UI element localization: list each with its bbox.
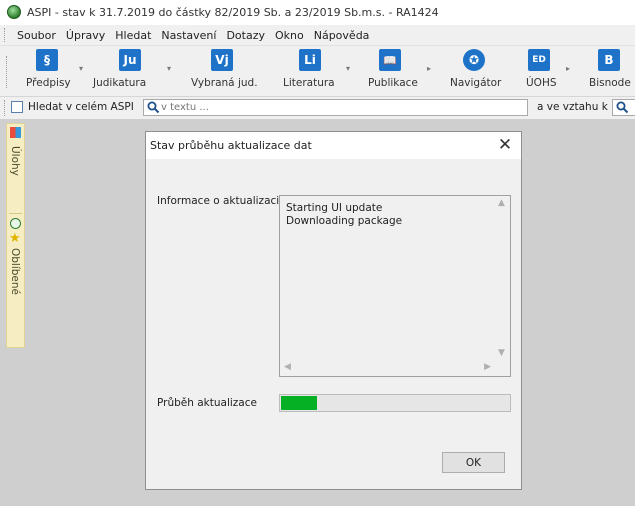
update-progress-bar [279, 394, 511, 412]
search-scope-checkbox[interactable] [11, 101, 23, 113]
literatura-dropdown-icon[interactable]: ▾ [346, 64, 350, 73]
ok-button[interactable]: OK [442, 452, 505, 473]
publikace-dropdown-icon[interactable]: ▸ [427, 64, 431, 73]
scroll-right-icon[interactable]: ▶ [484, 362, 491, 372]
menu-dotazy[interactable]: Dotazy [221, 29, 270, 42]
window-title: ASPI - stav k 31.7.2019 do částky 82/201… [27, 5, 439, 19]
history-icon[interactable] [10, 218, 21, 229]
menu-napoveda[interactable]: Nápověda [309, 29, 375, 42]
search-box[interactable] [143, 99, 528, 116]
tab-ulohy[interactable]: Úlohy [9, 146, 21, 176]
progress-fill [281, 396, 317, 410]
navigator-label: Navigátor [450, 77, 502, 89]
update-log: Starting UI update Downloading package [286, 202, 402, 228]
predpisy-button[interactable]: § Předpisy [22, 49, 72, 94]
vybrana-judikatura-button[interactable]: Vj Vybraná jud. [180, 49, 260, 94]
scroll-left-icon[interactable]: ◀ [284, 362, 291, 372]
judikatura-icon: Ju [119, 49, 141, 71]
judikatura-label: Judikatura [93, 77, 147, 89]
vybrana-judikatura-icon: Vj [211, 49, 233, 71]
vybrana-judikatura-label: Vybraná jud. [191, 77, 258, 89]
publikace-button[interactable]: 📖 Publikace [360, 49, 420, 94]
window-titlebar: ASPI - stav k 31.7.2019 do částky 82/201… [0, 0, 635, 24]
search-bar: Hledat v celém ASPI a ve vztahu k [0, 97, 635, 120]
relation-search-box[interactable] [612, 99, 635, 116]
menu-upravy[interactable]: Úpravy [61, 29, 110, 42]
log-line: Starting UI update [286, 202, 383, 214]
aspi-app-icon [7, 5, 21, 19]
star-icon: ★ [9, 231, 21, 246]
dialog-title: Stav průběhu aktualizace dat [150, 139, 312, 152]
publikace-label: Publikace [368, 77, 418, 89]
scroll-up-icon[interactable]: ▲ [498, 198, 505, 208]
uohs-label: ÚOHS [526, 77, 557, 89]
update-info-textbox[interactable]: Starting UI update Downloading package ▲… [279, 195, 511, 377]
judikatura-dropdown-icon[interactable]: ▾ [167, 64, 171, 73]
menu-hledat[interactable]: Hledat [110, 29, 156, 42]
bisnode-label: Bisnode [589, 77, 631, 89]
log-line: Downloading package [286, 215, 403, 227]
close-icon[interactable]: ✕ [495, 135, 515, 155]
search-icon[interactable] [147, 101, 160, 114]
update-status-dialog: Stav průběhu aktualizace dat ✕ Informace… [145, 131, 522, 490]
navigator-button[interactable]: ✪ Navigátor [444, 49, 504, 94]
vertical-scrollbar[interactable]: ▲ ▼ [494, 196, 510, 359]
predpisy-label: Předpisy [26, 77, 71, 89]
relation-search-icon[interactable] [616, 101, 629, 114]
compass-icon: ✪ [463, 49, 485, 71]
uohs-button[interactable]: ED ÚOHS [522, 49, 567, 94]
horizontal-scrollbar[interactable]: ◀ ▶ [280, 360, 494, 376]
book-icon: 📖 [379, 49, 401, 71]
tab-oblibene[interactable]: Oblíbené [9, 248, 21, 295]
menu-bar: Soubor Úpravy Hledat Nastavení Dotazy Ok… [0, 25, 635, 46]
update-info-label: Informace o aktualizaci [157, 195, 280, 207]
main-toolbar: § Předpisy ▾ Ju Judikatura ▾ Vj Vybraná … [0, 46, 635, 97]
searchbar-grip[interactable] [4, 100, 5, 116]
relation-label: a ve vztahu k [537, 101, 608, 113]
uohs-dropdown-icon[interactable]: ▸ [566, 64, 570, 73]
tasks-icon [10, 127, 21, 138]
search-scope-label: Hledat v celém ASPI [28, 101, 134, 113]
menu-soubor[interactable]: Soubor [12, 29, 61, 42]
dialog-titlebar[interactable]: Stav průběhu aktualizace dat ✕ [146, 132, 521, 159]
scrollbar-corner [494, 360, 510, 376]
bisnode-button[interactable]: B Bisnode [580, 49, 635, 94]
literatura-icon: Li [299, 49, 321, 71]
uohs-icon: ED [528, 49, 550, 71]
bisnode-icon: B [598, 49, 620, 71]
paragraph-icon: § [36, 49, 58, 71]
scroll-down-icon[interactable]: ▼ [498, 348, 505, 358]
judikatura-button[interactable]: Ju Judikatura [90, 49, 160, 94]
progress-label: Průběh aktualizace [157, 397, 257, 409]
literatura-button[interactable]: Li Literatura [280, 49, 340, 94]
menu-nastaveni[interactable]: Nastavení [156, 29, 221, 42]
literatura-label: Literatura [283, 77, 335, 89]
predpisy-dropdown-icon[interactable]: ▾ [79, 64, 83, 73]
side-panel: Úlohy ★ Oblíbené [6, 123, 25, 348]
side-separator [9, 213, 22, 214]
search-input[interactable] [161, 100, 521, 115]
toolbar-grip[interactable] [6, 56, 10, 88]
menu-okno[interactable]: Okno [270, 29, 309, 42]
menubar-grip[interactable] [4, 28, 8, 42]
